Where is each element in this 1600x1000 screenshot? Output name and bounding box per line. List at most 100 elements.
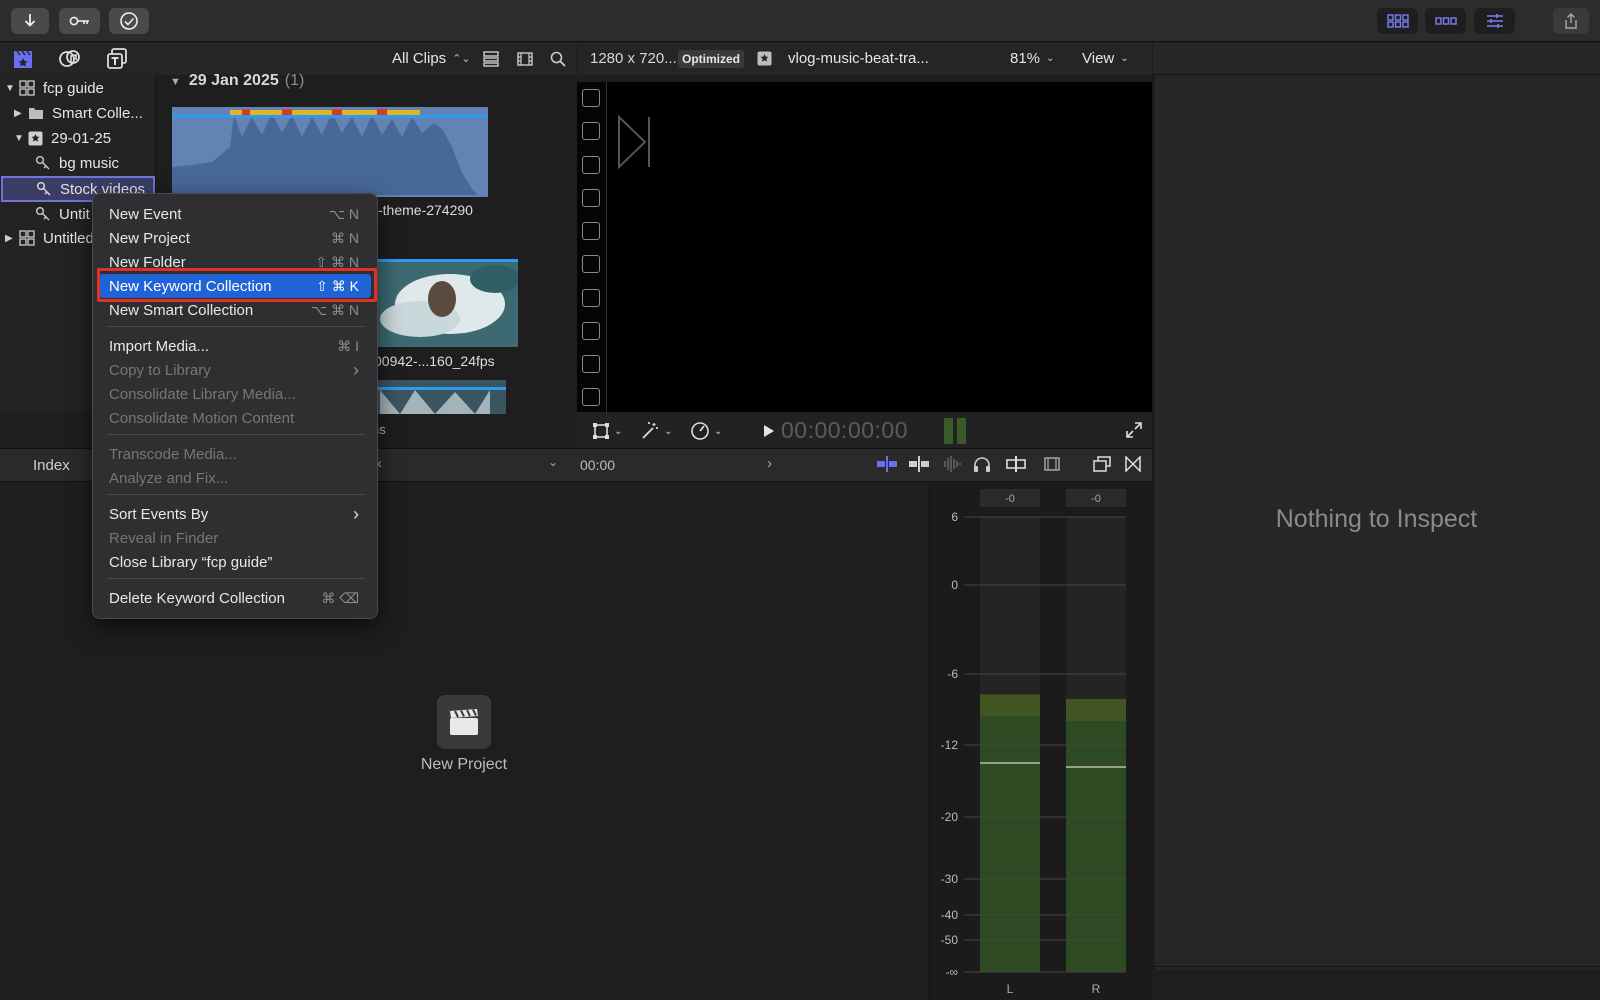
transform-dropdown[interactable]: ⌄: [592, 422, 622, 440]
checkbox[interactable]: [582, 89, 600, 107]
play-button[interactable]: [763, 424, 775, 438]
checkbox[interactable]: [582, 255, 600, 273]
timeline-forward-button[interactable]: ›: [767, 455, 772, 472]
main-toolbar: [0, 0, 1600, 42]
menu-item-label: New Event: [109, 205, 182, 223]
menu-item-label: Transcode Media...: [109, 445, 237, 463]
new-project-button[interactable]: [437, 695, 491, 749]
menu-item-close-library[interactable]: Close Library “fcp guide”: [99, 550, 371, 574]
sidebar-item-event[interactable]: ▼ 29-01-25: [0, 126, 156, 150]
clip-appearance-button[interactable]: [517, 51, 533, 67]
checkbox[interactable]: [582, 322, 600, 340]
checkbox[interactable]: [582, 355, 600, 373]
sliders-icon: [1486, 14, 1503, 28]
libraries-tab[interactable]: [13, 49, 33, 69]
menu-item-reveal-in-finder[interactable]: Reveal in Finder: [99, 526, 371, 550]
disclosure-closed-icon: ▶: [5, 232, 13, 244]
meter-scale-label: -12: [941, 738, 959, 752]
menu-item-analyze-and-fix[interactable]: Analyze and Fix...: [99, 466, 371, 490]
skimming-button[interactable]: [876, 456, 898, 472]
audio-clip-thumbnail[interactable]: [172, 107, 488, 197]
titles-generators-tab[interactable]: [106, 48, 128, 70]
viewer-canvas[interactable]: [577, 82, 1152, 412]
clip-filter-label: All Clips: [392, 50, 447, 67]
transitions-browser-button[interactable]: [1125, 456, 1141, 472]
timeline-history-dropdown[interactable]: ⌄: [548, 455, 558, 469]
menu-item-label: Analyze and Fix...: [109, 469, 229, 487]
checkbox[interactable]: [582, 189, 600, 207]
menu-item-new-project[interactable]: New Project ⌘ N: [99, 226, 371, 250]
date-group-header[interactable]: ▼ 29 Jan 2025 (1): [170, 72, 304, 90]
fullscreen-button[interactable]: [1126, 422, 1142, 438]
photos-audio-tab[interactable]: [59, 49, 81, 69]
list-view-button[interactable]: [483, 51, 499, 67]
menu-item-consolidate-library-media[interactable]: Consolidate Library Media...: [99, 382, 371, 406]
viewer-resolution: 1280 x 720...: [590, 50, 677, 67]
sidebar-item-smart-collections[interactable]: ▶ Smart Colle...: [0, 101, 156, 125]
headphones-icon: [974, 457, 990, 472]
transform-icon: [593, 423, 609, 439]
browser-toggle-button[interactable]: [1377, 8, 1418, 34]
audio-meters-chart: -0 L -0 R 6 0 -6 -12 -20 -30 -40 -50 -∞: [941, 489, 1126, 996]
menu-item-transcode-media[interactable]: Transcode Media...: [99, 442, 371, 466]
menu-item-copy-to-library[interactable]: Copy to Library ›: [99, 358, 371, 382]
menu-item-label: New Smart Collection: [109, 301, 254, 319]
meter-left-level: [980, 694, 1040, 972]
date-count: (1): [284, 72, 305, 89]
menu-item-import-media[interactable]: Import Media... ⌘ I: [99, 334, 371, 358]
menu-item-delete-keyword-collection[interactable]: Delete Keyword Collection ⌘ ⌫: [99, 586, 371, 610]
audio-skimming-button[interactable]: [940, 456, 962, 472]
annotation-highlight-box: [97, 268, 377, 302]
menu-item-new-event[interactable]: New Event ⌥ N: [99, 202, 371, 226]
viewer-clip-name: vlog-music-beat-tra...: [788, 50, 929, 67]
share-icon: [1565, 13, 1577, 29]
checkbox[interactable]: [582, 222, 600, 240]
menu-item-shortcut: ⌥ ⌘ N: [310, 301, 359, 318]
menu-separator: [107, 578, 365, 579]
search-button[interactable]: [550, 51, 566, 67]
menu-separator: [107, 434, 365, 435]
checkbox[interactable]: [582, 122, 600, 140]
chevron-right-icon: ›: [353, 359, 359, 380]
sidebar-item-label: Untitled: [43, 229, 94, 247]
clip-filter-dropdown[interactable]: All Clips ⌃⌄: [392, 50, 471, 67]
import-button[interactable]: [11, 8, 49, 34]
background-tasks-button[interactable]: [109, 8, 149, 34]
timeline-toggle-button[interactable]: [1425, 8, 1466, 34]
video-clip-thumbnail[interactable]: [360, 380, 506, 414]
timecode-display[interactable]: 00:00:00:00: [781, 417, 908, 444]
keyword-key-icon: [35, 206, 51, 222]
sidebar-item-label: bg music: [59, 154, 120, 172]
photos-audio-icon: [59, 50, 80, 67]
grid-icon: [1386, 14, 1409, 28]
bowtie-icon: [1125, 456, 1141, 472]
date-label: 29 Jan 2025: [188, 72, 279, 89]
snapping-button[interactable]: [908, 456, 930, 472]
zoom-dropdown[interactable]: 81% ⌄: [1010, 50, 1054, 67]
index-button[interactable]: Index: [33, 457, 70, 474]
ocean-video-thumbnail-icon: [360, 259, 518, 347]
enhance-dropdown[interactable]: ⌄: [640, 421, 672, 441]
menu-item-sort-events-by[interactable]: Sort Events By ›: [99, 502, 371, 526]
clip-appearance-button[interactable]: [1044, 456, 1060, 472]
checkbox[interactable]: [582, 388, 600, 406]
speedometer-icon: [691, 422, 709, 440]
sidebar-item-bg-music[interactable]: bg music: [0, 151, 156, 175]
menu-item-label: Reveal in Finder: [109, 529, 219, 547]
menu-item-consolidate-motion-content[interactable]: Consolidate Motion Content: [99, 406, 371, 430]
checkbox[interactable]: [582, 156, 600, 174]
clapper-star-icon: [14, 50, 32, 68]
keyword-button[interactable]: [59, 8, 100, 34]
checkbox[interactable]: [582, 289, 600, 307]
video-clip-thumbnail[interactable]: [360, 259, 518, 347]
effects-browser-button[interactable]: [1093, 456, 1111, 472]
retime-dropdown[interactable]: ⌄: [690, 421, 722, 441]
view-dropdown[interactable]: View ⌄: [1082, 50, 1129, 67]
share-button[interactable]: [1553, 8, 1589, 34]
inspector-toggle-button[interactable]: [1474, 8, 1515, 34]
sidebar-item-fcp-guide[interactable]: ▼ fcp guide: [0, 76, 156, 100]
chevron-down-icon: ⌄: [548, 455, 559, 469]
clip-skimming-button[interactable]: [1005, 456, 1027, 472]
view-label: View: [1082, 50, 1115, 67]
solo-button[interactable]: [973, 456, 991, 472]
